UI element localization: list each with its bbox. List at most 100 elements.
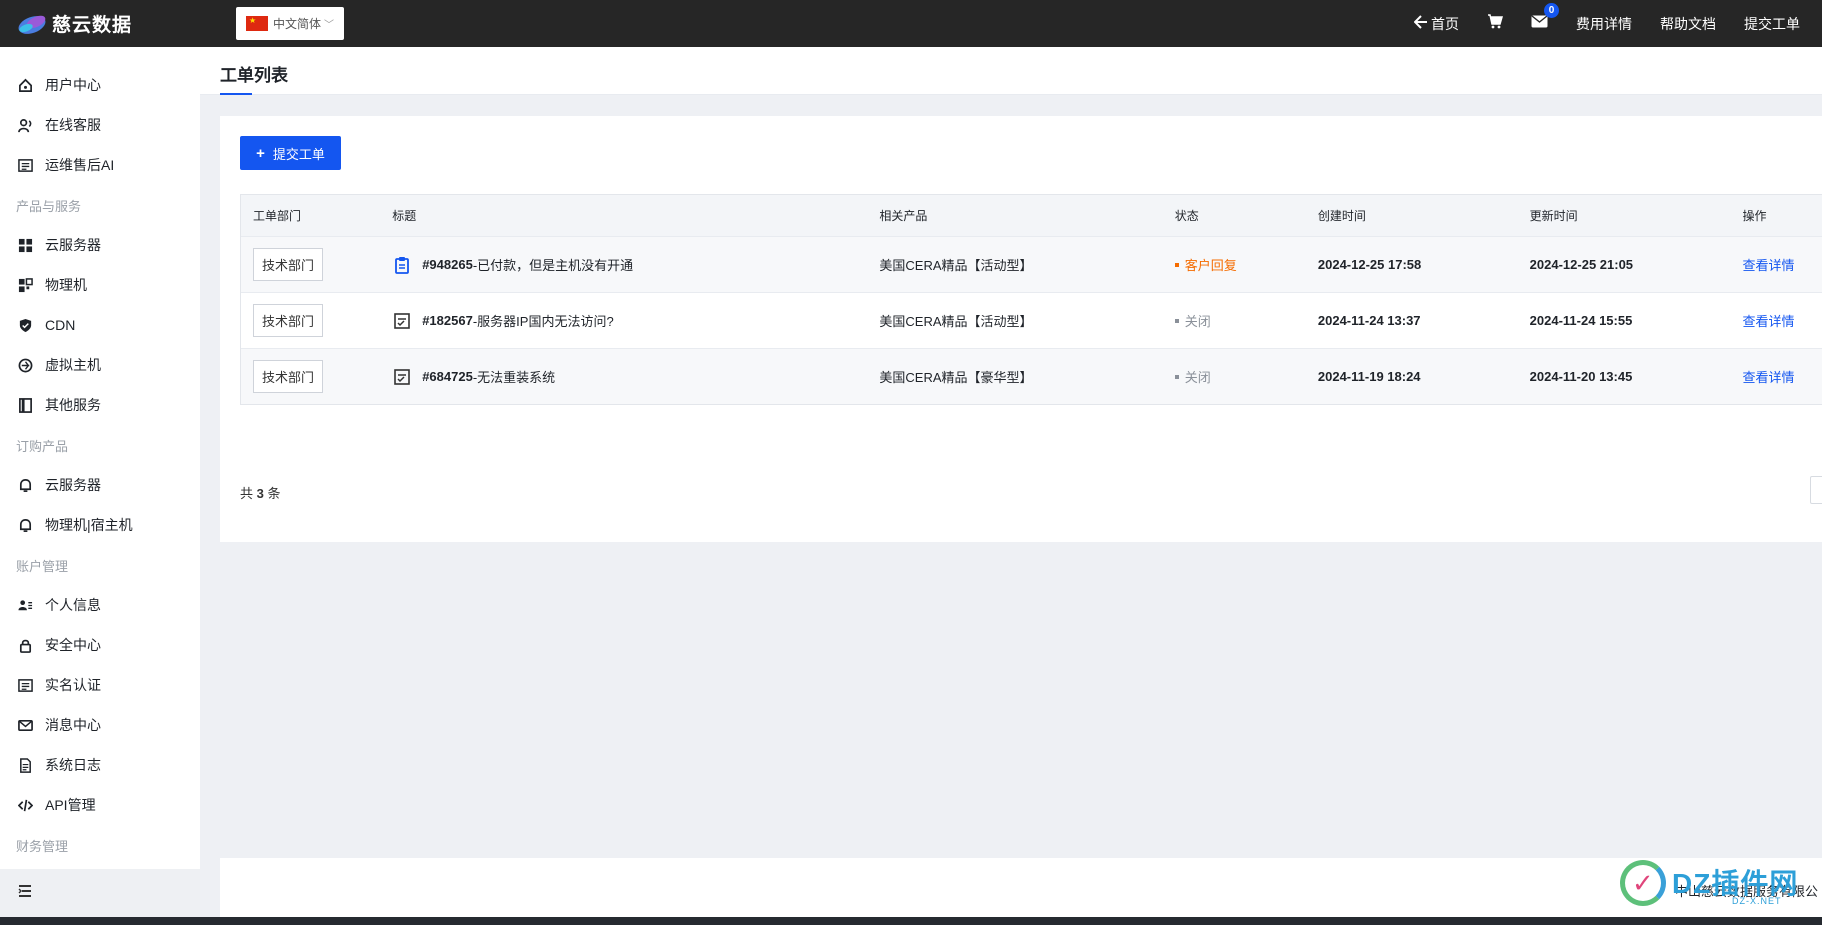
sidebar-item-messages[interactable]: 消息中心: [0, 705, 200, 745]
sidebar-item-cdn[interactable]: CDN: [0, 305, 200, 345]
profile-icon: [17, 597, 33, 613]
updated-time: 2024-12-25 21:05: [1529, 257, 1634, 272]
sidebar-item-cloud-server[interactable]: 云服务器: [0, 225, 200, 265]
ticket-id[interactable]: #684725: [422, 369, 473, 384]
sidebar-item-other-services[interactable]: 其他服务: [0, 385, 200, 425]
ticket-list-card: + 提交工单 工单部门 标题 相关产品 状态 创建时间 更新时间 操作 技术部门…: [220, 116, 1822, 542]
submit-ticket-button[interactable]: + 提交工单: [240, 136, 341, 170]
sidebar-item-label: 物理机|宿主机: [45, 517, 133, 533]
sidebar-item-label: 用户中心: [45, 77, 101, 93]
sidebar-item-label: API管理: [45, 797, 96, 813]
shield-icon: [17, 317, 33, 333]
sidebar-item-label: 在线客服: [45, 117, 101, 133]
view-details-link[interactable]: 查看详情: [1742, 314, 1794, 329]
ticket-title[interactable]: -服务器IP国内无法访问?: [473, 311, 614, 330]
brand-name: 慈云数据: [52, 15, 133, 36]
sidebar-item-system-log[interactable]: 系统日志: [0, 745, 200, 785]
view-details-link[interactable]: 查看详情: [1742, 370, 1794, 385]
ticket-product: 美国CERA精品【活动型】: [879, 314, 1033, 329]
cart-icon: [1487, 13, 1503, 34]
sidebar-group-account: 账户管理: [16, 558, 69, 574]
nav-home[interactable]: 首页: [1413, 14, 1459, 34]
nav-submit-ticket[interactable]: 提交工单: [1744, 14, 1800, 34]
status-badge: 关闭: [1174, 367, 1211, 386]
ticket-title[interactable]: -无法重装系统: [473, 367, 555, 386]
sidebar-item-api[interactable]: API管理: [0, 785, 200, 825]
sidebar-item-label: 个人信息: [45, 597, 101, 613]
sidebar-collapse-button[interactable]: [0, 869, 200, 917]
home-icon: [17, 77, 33, 93]
sidebar-group-orders: 订购产品: [16, 438, 69, 454]
ticket-product: 美国CERA精品【豪华型】: [879, 370, 1033, 385]
submit-ticket-label: 提交工单: [272, 146, 325, 162]
sidebar-item-online-support[interactable]: 在线客服: [0, 105, 200, 145]
sidebar-item-ops-ai[interactable]: 运维售后AI: [0, 145, 200, 185]
cloud-logo-icon: [16, 12, 50, 36]
ticket-product: 美国CERA精品【活动型】: [879, 258, 1033, 273]
nav-billing[interactable]: 费用详情: [1576, 14, 1632, 34]
grid-icon: [17, 237, 33, 253]
status-dot: [1174, 262, 1179, 267]
sidebar-item-security[interactable]: 安全中心: [0, 625, 200, 665]
sidebar-item-label: 消息中心: [45, 717, 101, 733]
sidebar-item-user-center[interactable]: 用户中心: [0, 65, 200, 105]
updated-time: 2024-11-20 13:45: [1529, 369, 1633, 384]
ticket-id[interactable]: #948265: [422, 257, 473, 272]
dept-tag: 技术部门: [253, 248, 324, 281]
language-label: 中文简体: [273, 17, 322, 31]
sidebar-item-label: 物理机: [45, 277, 87, 293]
sidebar-item-virtual-host[interactable]: 虚拟主机: [0, 345, 200, 385]
sidebar-item-order-physical[interactable]: 物理机|宿主机: [0, 505, 200, 545]
checkmark-icon: ✓: [1632, 868, 1654, 898]
bell-icon: [17, 517, 33, 533]
ticket-id[interactable]: #182567: [422, 313, 473, 328]
dept-tag: 技术部门: [253, 304, 324, 337]
sidebar-item-label: 系统日志: [45, 757, 101, 773]
checklist-icon: [392, 311, 412, 331]
table-header: 工单部门 标题 相关产品 状态 创建时间 更新时间 操作: [241, 195, 1822, 236]
ticket-title[interactable]: -已付款，但是主机没有开通: [473, 255, 633, 274]
status-label: 客户回复: [1184, 258, 1237, 274]
col-header-action: 操作: [1742, 209, 1767, 223]
language-selector[interactable]: 中文简体 ﹀: [236, 7, 345, 40]
book-icon: [17, 397, 33, 413]
table-row[interactable]: 技术部门 #684725 -无法重装系统 美国CERA精品【豪华型】 关闭 202…: [241, 348, 1822, 404]
status-dot: [1174, 318, 1179, 323]
sidebar-item-verification[interactable]: 实名认证: [0, 665, 200, 705]
updated-time: 2024-11-24 15:55: [1529, 313, 1633, 328]
table-row[interactable]: 技术部门 #182567 -服务器IP国内无法访问? 美国CERA精品【活动型】 …: [241, 292, 1822, 348]
sidebar-item-label: 虚拟主机: [45, 357, 101, 373]
sidebar-item-label: 其他服务: [45, 397, 101, 413]
brand-logo[interactable]: 慈云数据: [16, 10, 206, 37]
bottom-strip: [0, 917, 1822, 925]
server-icon: [17, 277, 33, 293]
sidebar-item-physical[interactable]: 物理机: [0, 265, 200, 305]
sidebar-menu: 用户中心 在线客服 运维售后AI 产品与服务 云服务器 物理机 CDN 虚拟主机: [0, 47, 200, 865]
id-card-icon: [17, 677, 33, 693]
sidebar-item-label: 实名认证: [45, 677, 101, 693]
sidebar: 用户中心 在线客服 运维售后AI 产品与服务 云服务器 物理机 CDN 虚拟主机: [0, 47, 200, 917]
total-prefix: 共: [240, 486, 254, 501]
total-suffix: 条: [267, 486, 281, 501]
pagination-prev-button[interactable]: [1810, 476, 1822, 504]
cart-button[interactable]: [1487, 13, 1503, 34]
top-navbar: 慈云数据 中文简体 ﹀ 首页 0 费用详情 帮助文档 提交工单: [0, 0, 1822, 47]
ticket-table: 工单部门 标题 相关产品 状态 创建时间 更新时间 操作 技术部门 #94826…: [240, 194, 1822, 405]
chevron-down-icon: ﹀: [324, 20, 335, 31]
mail-button[interactable]: 0: [1531, 2, 1559, 33]
total-number: 3: [256, 486, 264, 501]
checklist-icon: [392, 367, 412, 387]
mail-icon: [17, 717, 33, 733]
status-dot: [1174, 374, 1179, 379]
ai-icon: [17, 157, 33, 173]
nav-home-label: 首页: [1431, 15, 1459, 32]
nav-help[interactable]: 帮助文档: [1660, 14, 1716, 34]
col-header-status: 状态: [1174, 209, 1199, 223]
view-details-link[interactable]: 查看详情: [1742, 258, 1794, 273]
col-header-dept: 工单部门: [253, 209, 302, 223]
sidebar-item-label: CDN: [45, 317, 76, 333]
sidebar-item-profile[interactable]: 个人信息: [0, 585, 200, 625]
sidebar-item-label: 云服务器: [45, 477, 101, 493]
sidebar-item-order-cloud-server[interactable]: 云服务器: [0, 465, 200, 505]
table-row[interactable]: 技术部门 #948265 -已付款，但是主机没有开通 美国CERA精品【活动型】 …: [241, 236, 1822, 292]
